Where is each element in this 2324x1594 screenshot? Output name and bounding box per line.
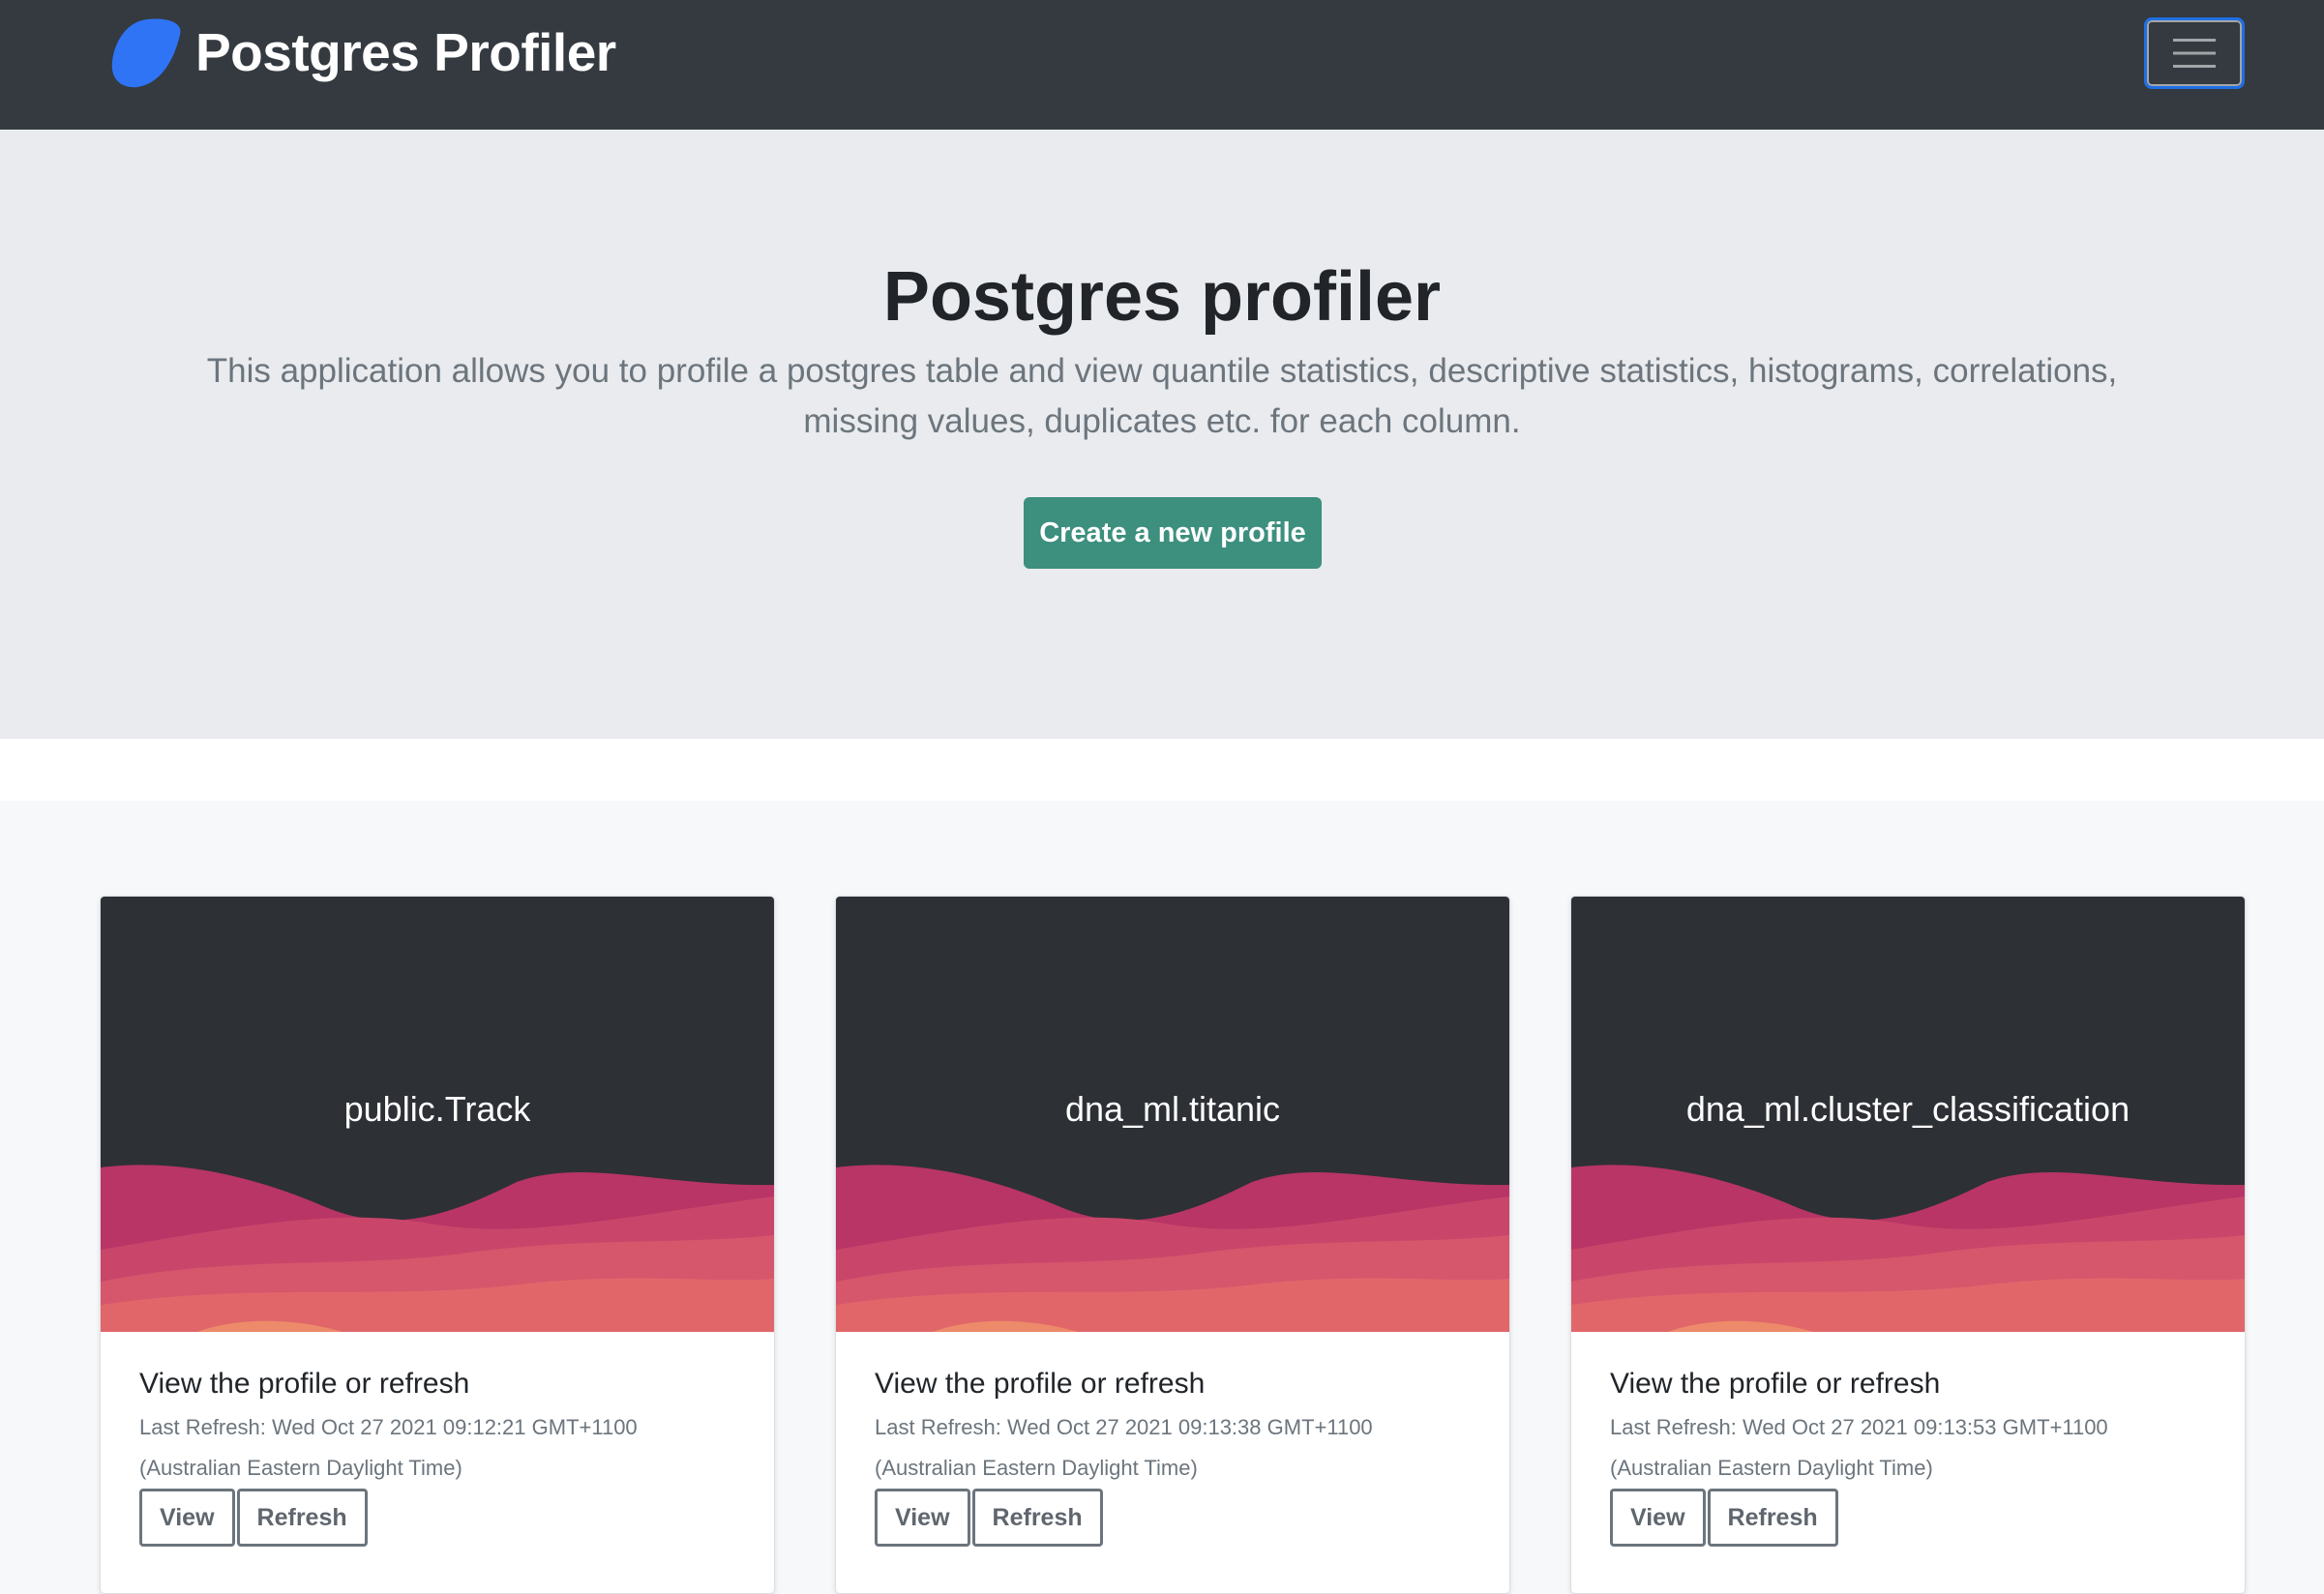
brand-link[interactable]: Postgres Profiler [108, 14, 616, 91]
profile-card: dna_ml.titanic View the profile or refre… [835, 896, 1510, 1594]
refresh-button[interactable]: Refresh [1707, 1489, 1838, 1547]
view-button[interactable]: View [875, 1489, 970, 1547]
refresh-button[interactable]: Refresh [236, 1489, 368, 1547]
postgres-leaf-logo-icon [111, 18, 181, 88]
card-table-name: dna_ml.cluster_classification [1685, 1089, 2130, 1129]
card-table-name: dna_ml.titanic [1064, 1089, 1281, 1129]
card-header-image: public.Track [101, 897, 774, 1332]
page-title: Postgres profiler [882, 258, 1442, 336]
top-navbar: Postgres Profiler [0, 0, 2324, 130]
card-description: View the profile or refresh [1610, 1368, 1941, 1400]
timezone-text: (Australian Eastern Daylight Time) [139, 1456, 462, 1480]
card-button-group: View Refresh [875, 1489, 1475, 1547]
card-body: View the profile or refresh Last Refresh… [875, 1365, 1475, 1547]
last-refresh-text: Last Refresh: Wed Oct 27 2021 09:13:38 G… [875, 1415, 1373, 1439]
card-button-group: View Refresh [1610, 1489, 2210, 1547]
card-body: View the profile or refresh Last Refresh… [139, 1365, 739, 1547]
timezone-text: (Australian Eastern Daylight Time) [875, 1456, 1198, 1480]
menu-toggle-button[interactable] [2144, 17, 2245, 89]
card-table-name: public.Track [343, 1089, 531, 1129]
hamburger-icon [2173, 39, 2216, 68]
view-button[interactable]: View [1610, 1489, 1706, 1547]
card-last-refresh: Last Refresh: Wed Oct 27 2021 09:13:38 G… [875, 1407, 1475, 1489]
profile-card: dna_ml.cluster_classification View the p… [1570, 896, 2246, 1594]
card-last-refresh: Last Refresh: Wed Oct 27 2021 09:13:53 G… [1610, 1407, 2210, 1489]
refresh-button[interactable]: Refresh [971, 1489, 1103, 1547]
last-refresh-text: Last Refresh: Wed Oct 27 2021 09:13:53 G… [1610, 1415, 2108, 1439]
profiles-section: public.Track View the profile or refresh… [0, 801, 2324, 1594]
card-description: View the profile or refresh [139, 1368, 470, 1400]
card-header-image: dna_ml.cluster_classification [1571, 897, 2245, 1332]
create-profile-button[interactable]: Create a new profile [1024, 497, 1322, 569]
profile-card: public.Track View the profile or refresh… [100, 896, 775, 1594]
timezone-text: (Australian Eastern Daylight Time) [1610, 1456, 1933, 1480]
card-last-refresh: Last Refresh: Wed Oct 27 2021 09:12:21 G… [139, 1407, 739, 1489]
page-description: This application allows you to profile a… [206, 352, 2118, 440]
wave-illustration [101, 1165, 774, 1332]
view-button[interactable]: View [139, 1489, 235, 1547]
card-description: View the profile or refresh [875, 1368, 1206, 1400]
card-body: View the profile or refresh Last Refresh… [1610, 1365, 2210, 1547]
last-refresh-text: Last Refresh: Wed Oct 27 2021 09:12:21 G… [139, 1415, 638, 1439]
card-button-group: View Refresh [139, 1489, 739, 1547]
wave-illustration [1571, 1165, 2245, 1332]
card-header-image: dna_ml.titanic [836, 897, 1509, 1332]
brand-name: Postgres Profiler [195, 21, 616, 82]
wave-illustration [836, 1165, 1509, 1332]
hero-section: Postgres profiler This application allow… [0, 130, 2324, 739]
